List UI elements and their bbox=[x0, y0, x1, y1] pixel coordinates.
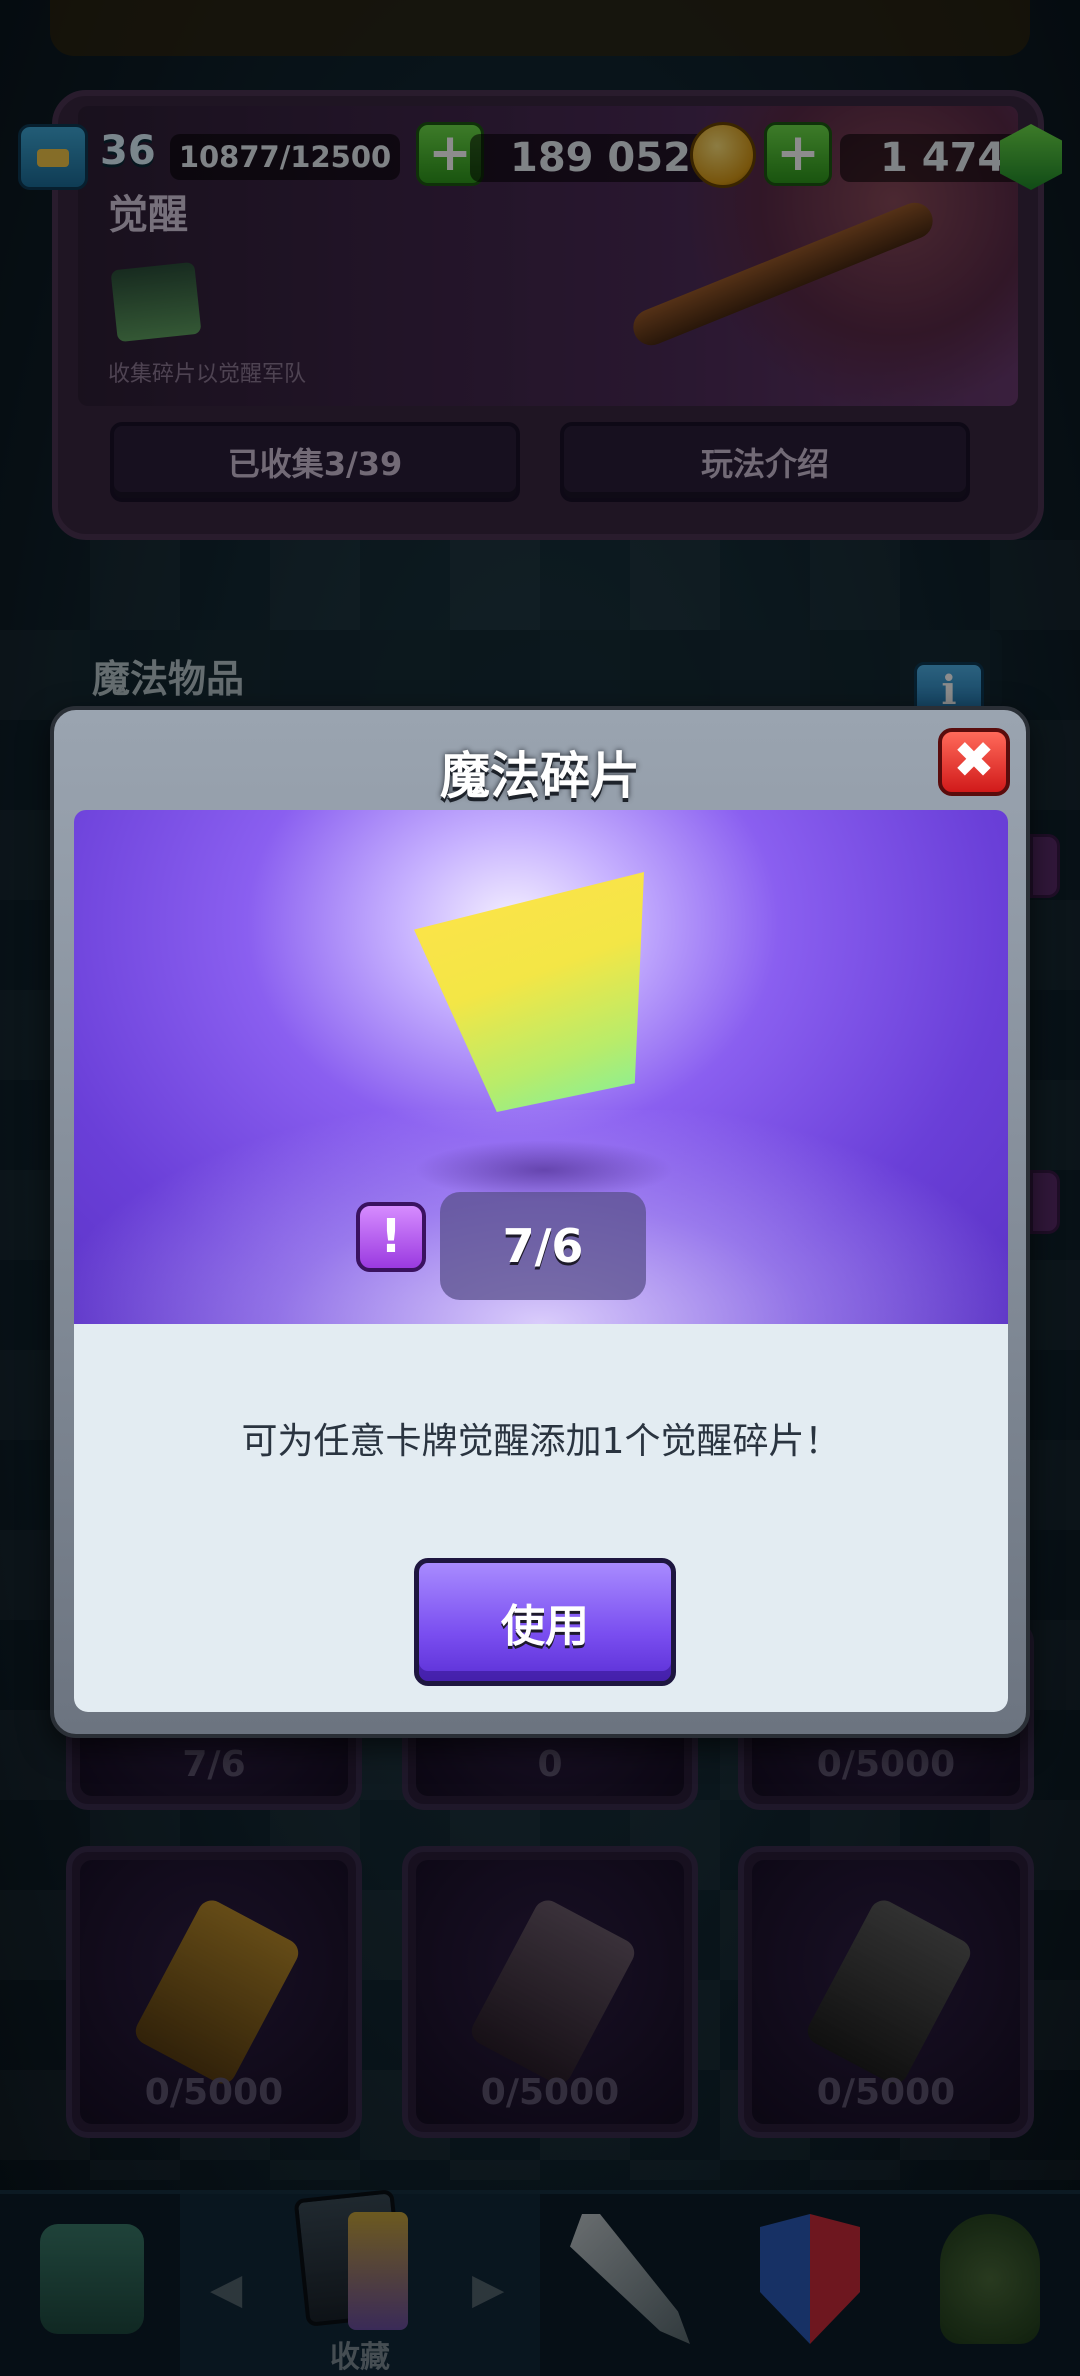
use-button[interactable]: 使用 bbox=[414, 1558, 676, 1686]
magic-shard-dialog: 魔法碎片 ✖ ! 7/6 可为任意卡牌觉醒添加1个觉醒碎片！ 使用 bbox=[50, 706, 1030, 1738]
description-panel: 可为任意卡牌觉醒添加1个觉醒碎片！ 使用 bbox=[74, 1324, 1008, 1712]
magic-shard-icon bbox=[414, 872, 644, 1112]
shard-count: 7/6 bbox=[440, 1192, 646, 1300]
shard-showcase: ! 7/6 bbox=[74, 810, 1008, 1324]
dialog-title: 魔法碎片 bbox=[440, 747, 640, 805]
close-icon[interactable]: ✖ bbox=[938, 728, 1010, 796]
game-screen: 觉醒 收集碎片以觉醒军队 已收集3/39 玩法介绍 36 10877/12500… bbox=[0, 0, 1080, 2376]
alert-icon[interactable]: ! bbox=[356, 1202, 426, 1272]
shard-description: 可为任意卡牌觉醒添加1个觉醒碎片！ bbox=[241, 1421, 841, 1462]
